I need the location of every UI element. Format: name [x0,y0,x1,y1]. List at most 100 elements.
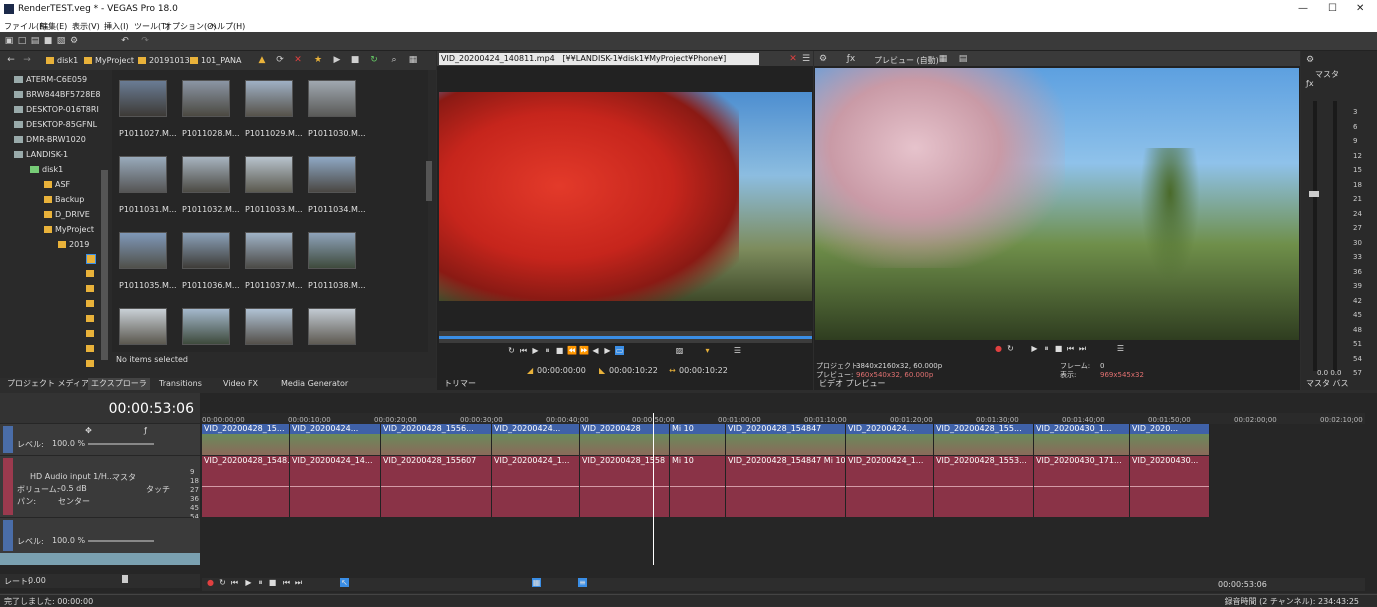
settings-icon[interactable]: ⚙ [69,36,79,46]
video-clip[interactable]: VID_20200428_154847 [726,424,846,455]
trim-mode-icon[interactable]: ▭ [615,346,624,355]
maximize-icon[interactable]: ☐ [1328,3,1337,14]
file-thumbnail[interactable] [308,80,356,117]
close-icon[interactable]: ✕ [1356,3,1364,14]
breadcrumb-101pana[interactable]: 101_PANA [190,53,242,69]
preview-quality-dropdown[interactable]: プレビュー (自動) [874,55,939,66]
tab-master-bus[interactable]: マスタ バス [1303,378,1352,390]
menu-help[interactable]: ヘルプ(H) [209,21,245,32]
next-frame-icon[interactable]: ⏩ [579,346,589,355]
tree-item[interactable]: DESKTOP-016T8RI [14,102,114,117]
video-clip[interactable]: VID_20200424... [492,424,580,455]
audio-clip[interactable]: VID_20200428_154847 Mi 10 [726,456,846,517]
trimmer-timeline-bar[interactable] [439,331,812,343]
file-thumbnail[interactable] [245,308,293,345]
audio-clip[interactable]: Mi 10 [670,456,726,517]
play-from-start-icon[interactable]: ⏮ [519,346,528,355]
tree-item[interactable]: DESKTOP-85GFNL [14,117,114,132]
search-icon[interactable]: ⌕ [389,55,399,65]
file-thumbnail[interactable] [119,156,167,193]
audio-clip[interactable]: VID_20200428_155607 [381,456,492,517]
record-icon[interactable]: ● [206,578,215,587]
video-clip[interactable]: VID_20200428_1556... [381,424,492,455]
solo-icon[interactable]: ƒ [141,426,150,435]
file-thumbnail[interactable] [308,156,356,193]
pause-icon[interactable]: ⏸ [543,346,552,355]
save-icon[interactable]: ■ [43,36,53,46]
stop-icon[interactable]: ■ [350,55,360,65]
tree-item[interactable]: DMR-BRW1020 [14,132,114,147]
audio-clip[interactable]: VID_20200424_14... [290,456,381,517]
folder-icon[interactable] [86,345,94,352]
play-icon[interactable]: ▶ [1030,344,1039,353]
trimmer-delete-icon[interactable]: ✕ [788,54,798,64]
edit-tool-icon[interactable]: ↖ [340,578,349,587]
tab-video-fx[interactable]: Video FX [220,378,261,390]
menu-icon[interactable]: ☰ [1116,344,1125,353]
folder-icon[interactable] [86,300,94,307]
autopreview-icon[interactable]: ↻ [369,55,379,65]
redo-icon[interactable]: ↷ [140,36,150,46]
audio-clip[interactable]: VID_20200428_1553... [934,456,1034,517]
up-folder-icon[interactable]: ▲ [257,55,267,65]
video-clip[interactable]: VID_20200428 [580,424,670,455]
mic-icon[interactable]: ● [994,344,1003,353]
file-thumbnail[interactable] [245,80,293,117]
cursor-line[interactable] [653,413,654,565]
tab-video-preview[interactable]: ビデオ プレビュー [816,378,889,390]
next-icon[interactable]: ▶ [603,346,612,355]
stop-icon[interactable]: ■ [1054,344,1063,353]
video-clip[interactable]: VID_20200428_15... [202,424,290,455]
master-fx-icon[interactable]: ƒx [1306,79,1314,88]
preview-settings-icon[interactable]: ⚙ [818,54,828,64]
file-thumbnail[interactable] [182,156,230,193]
trimmer-file-select[interactable]: VID_20200424_140811.mp4 [¥¥LANDISK-1¥dis… [439,53,759,65]
breadcrumb-20191013[interactable]: 20191013 [138,53,190,69]
prev-frame-icon[interactable]: ⏪ [567,346,577,355]
loop-icon[interactable]: ↻ [1006,344,1015,353]
prev-icon[interactable]: ◀ [591,346,600,355]
next-icon[interactable]: ⏭ [1078,344,1087,353]
tree-item[interactable]: ATERM-C6E059 [14,72,114,87]
breadcrumb-disk1[interactable]: disk1 [46,53,78,69]
tree-item[interactable]: LANDISK-1 [14,147,114,162]
folder-icon[interactable] [86,270,94,277]
new-icon[interactable]: □ [17,36,27,46]
tab-explorer[interactable]: エクスプローラ [88,378,150,390]
mute-icon[interactable]: ✥ [84,426,93,435]
video-clip[interactable]: VID_2020... [1130,424,1210,455]
play-icon[interactable]: ▶ [244,578,253,587]
file-thumbnail[interactable] [119,232,167,269]
video-clip[interactable]: VID_20200424... [290,424,381,455]
menu-icon[interactable]: ☰ [733,346,742,355]
menu-view[interactable]: 表示(V) [72,21,100,32]
audio-clip[interactable]: VID_20200430_171... [1034,456,1130,517]
pause-icon[interactable]: ⏸ [256,578,265,587]
file-thumbnail[interactable] [119,80,167,117]
video-clip[interactable]: Mi 10 [670,424,726,455]
pause-icon[interactable]: ⏸ [1042,344,1051,353]
play-from-start-icon[interactable]: ⏮ [230,578,239,587]
snap-icon[interactable]: ▦ [532,578,541,587]
folder-icon[interactable] [86,315,94,322]
file-thumbnail[interactable] [245,232,293,269]
new-project-icon[interactable]: ▣ [4,36,14,46]
file-thumbnail[interactable] [308,232,356,269]
marker-icon[interactable]: ▾ [703,346,712,355]
prev-icon[interactable]: ⏮ [1066,344,1075,353]
audio-clip[interactable]: VID_20200428_1558 [580,456,670,517]
master-settings-icon[interactable]: ⚙ [1305,55,1315,65]
file-thumbnail[interactable] [182,80,230,117]
level-slider[interactable] [88,443,154,445]
menu-insert[interactable]: 挿入(I) [104,21,129,32]
file-thumbnail[interactable] [182,232,230,269]
rate-slider[interactable] [122,575,128,583]
master-fader[interactable] [1309,191,1319,197]
add-icon[interactable]: ▨ [675,346,684,355]
tree-scrollbar[interactable] [101,170,108,360]
tab-project-media[interactable]: プロジェクト メディア [4,378,92,390]
stop-icon[interactable]: ■ [555,346,564,355]
open-icon[interactable]: ▤ [30,36,40,46]
file-thumbnail[interactable] [182,308,230,345]
prev-icon[interactable]: ⏮ [282,578,291,587]
